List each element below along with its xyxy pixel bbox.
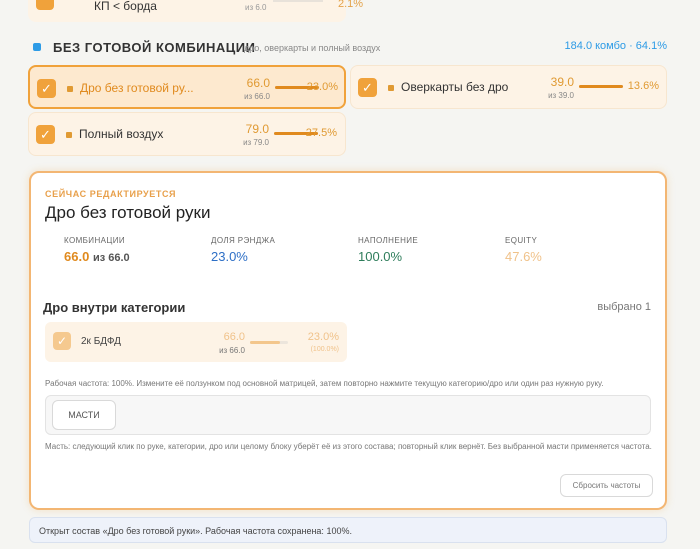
section-description: дро, оверкарты и полный воздух: [244, 43, 381, 53]
subsection-title: Дро внутри категории: [43, 300, 186, 315]
hand-of: из 66.0: [219, 346, 245, 355]
combo-of: из 39.0: [548, 91, 574, 100]
combo-pct: 27.5%: [305, 127, 337, 139]
hand-bar: [250, 341, 288, 344]
hand-item[interactable]: ✓ 2к БДФД 66.0 из 66.0 23.0% (100.0%): [45, 322, 347, 362]
section-dot: [33, 43, 41, 51]
hand-value: 66.0: [223, 331, 245, 343]
stat-of: из 66.0: [92, 252, 130, 264]
stat-fill: НАПОЛНЕНИЕ 100.0%: [358, 236, 418, 264]
section-header: БЕЗ ГОТОВОЙ КОМБИНАЦИИ дро, оверкарты и …: [33, 40, 667, 56]
combo-card-air[interactable]: ✓ Полный воздух 79.0 из 79.0 27.5%: [28, 112, 346, 156]
stat-range-share: ДОЛЯ РЭНДЖА 23.0%: [211, 236, 275, 264]
stat-value: 23.0%: [211, 249, 248, 264]
combo-card-kp-board[interactable]: КП < борда из 6.0 2.1%: [28, 0, 363, 22]
suits-button[interactable]: МАСТИ: [52, 400, 116, 430]
stat-value: 66.0: [64, 249, 90, 264]
stat-key: КОМБИНАЦИИ: [64, 236, 125, 245]
section-title: БЕЗ ГОТОВОЙ КОМБИНАЦИИ: [53, 40, 256, 55]
suits-box: МАСТИ: [45, 395, 651, 435]
frequency-note: Рабочая частота: 100%. Измените её ползу…: [45, 379, 604, 388]
category-dot: [388, 85, 394, 91]
editor-title: Дро без готовой руки: [45, 203, 211, 222]
hand-name: 2к БДФД: [81, 336, 121, 347]
stat-key: НАПОЛНЕНИЕ: [358, 236, 419, 245]
combo-of: из 79.0: [243, 138, 269, 147]
reset-frequencies-button[interactable]: Сбросить частоты: [560, 474, 653, 497]
checkbox-checked-icon[interactable]: ✓: [37, 79, 56, 98]
stat-value: 47.6%: [505, 249, 542, 264]
status-text: Открыт состав «Дро без готовой руки». Ра…: [39, 526, 352, 536]
combo-pct: 2.1%: [338, 0, 364, 10]
selected-count: выбрано 1: [597, 301, 651, 313]
stat-value: 100.0%: [358, 249, 403, 264]
combo-bar: [579, 85, 623, 88]
stat-equity: EQUITY 47.6%: [505, 236, 542, 264]
combo-of: из 6.0: [245, 3, 267, 12]
category-dot: [66, 132, 72, 138]
hand-pct: 23.0%: [307, 331, 339, 343]
category-dot: [67, 86, 73, 92]
combo-pct: 23.0%: [306, 81, 338, 93]
hand-pct-sub: (100.0%): [310, 346, 339, 353]
combo-name: Полный воздух: [79, 127, 164, 141]
combo-of: из 66.0: [244, 92, 270, 101]
editor-panel: СЕЙЧАС РЕДАКТИРУЕТСЯ Дро без готовой рук…: [29, 171, 667, 510]
checkbox-checked-icon[interactable]: ✓: [36, 125, 55, 144]
suits-note: Масть: следующий клик по руке, категории…: [45, 442, 652, 451]
combo-name: Дро без готовой ру...: [80, 81, 194, 95]
combo-name: Оверкарты без дро: [401, 80, 509, 94]
combo-value: 39.0: [550, 75, 574, 89]
stat-key: EQUITY: [505, 236, 538, 245]
section-summary: 184.0 комбо · 64.1%: [564, 40, 667, 52]
checkbox-checked-icon[interactable]: ✓: [358, 78, 377, 97]
checkbox-checked-icon[interactable]: ✓: [53, 332, 71, 350]
combo-pct: 13.6%: [627, 80, 659, 92]
stat-key: ДОЛЯ РЭНДЖА: [211, 236, 276, 245]
combo-value: 66.0: [246, 76, 270, 90]
combo-value: 79.0: [245, 122, 269, 136]
stat-combos: КОМБИНАЦИИ 66.0 из 66.0: [64, 236, 130, 264]
combo-card-overcards[interactable]: ✓ Оверкарты без дро 39.0 из 39.0 13.6%: [350, 65, 667, 109]
checkbox[interactable]: [36, 0, 54, 10]
combo-card-draw[interactable]: ✓ Дро без готовой ру... 66.0 из 66.0 23.…: [28, 65, 346, 109]
combo-bar: [273, 0, 323, 2]
editor-label: СЕЙЧАС РЕДАКТИРУЕТСЯ: [45, 189, 177, 199]
status-message: Открыт состав «Дро без готовой руки». Ра…: [29, 517, 667, 543]
combo-name: КП < борда: [94, 0, 157, 13]
